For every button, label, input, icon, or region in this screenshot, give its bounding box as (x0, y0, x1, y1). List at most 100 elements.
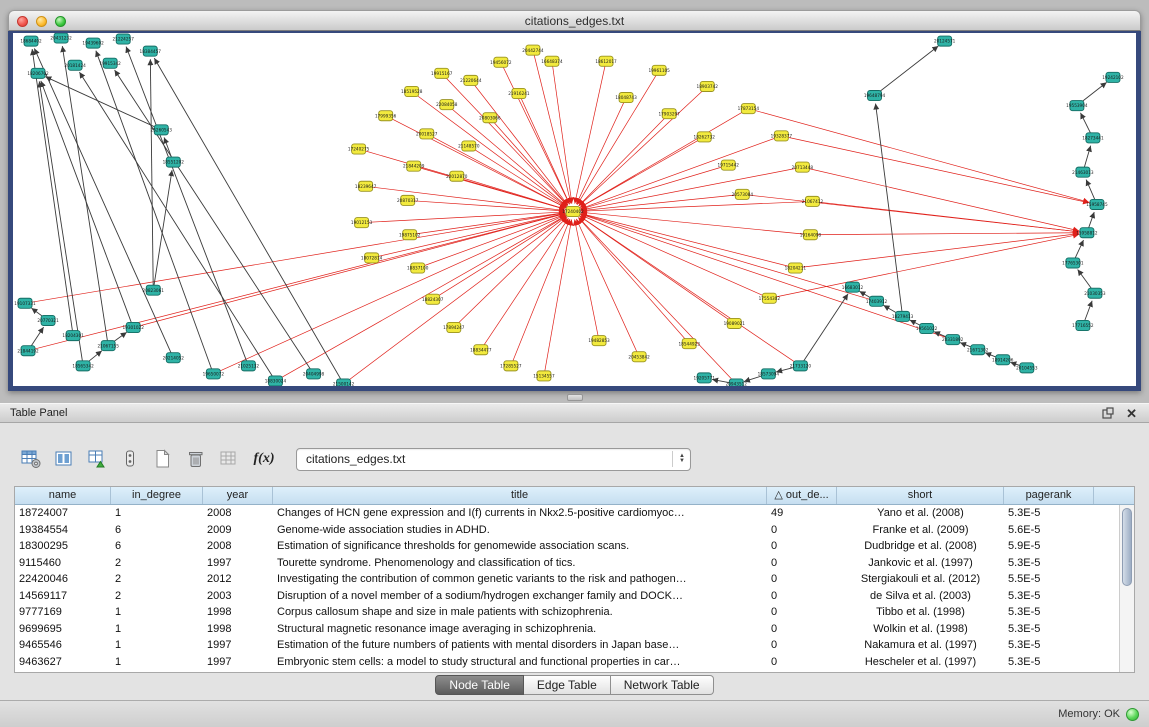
graph-node[interactable]: 18204211 (785, 263, 807, 273)
graph-node[interactable]: 18551202 (163, 157, 185, 167)
graph-node[interactable]: 20803066 (479, 113, 501, 123)
graph-node[interactable]: 17716552 (1072, 320, 1094, 330)
table-row[interactable]: 946554611997Estimation of the future num… (15, 637, 1134, 654)
column-header-title[interactable]: title (273, 487, 767, 504)
graph-node[interactable]: 21733120 (790, 361, 812, 371)
minimize-window-button[interactable] (36, 16, 47, 27)
tab-edge-table[interactable]: Edge Table (524, 675, 611, 695)
graph-node[interactable]: 20943512 (726, 379, 748, 386)
graph-node[interactable]: 20870317 (397, 195, 419, 205)
graph-node[interactable]: 19553904 (1066, 101, 1088, 111)
graph-node[interactable]: 17903297 (658, 109, 680, 119)
close-window-button[interactable] (17, 16, 28, 27)
graph-node[interactable]: 20124571 (934, 36, 956, 46)
column-header-name[interactable]: name (15, 487, 111, 504)
graph-node[interactable]: 19915167 (431, 68, 453, 78)
graph-node[interactable]: 19648794 (864, 90, 886, 100)
graph-node[interactable]: 17240275 (348, 144, 370, 154)
close-panel-icon[interactable]: ✕ (1126, 407, 1137, 420)
graph-node[interactable]: 20104553 (1016, 363, 1038, 373)
graph-node[interactable]: 20453842 (628, 352, 650, 362)
function-builder-icon[interactable]: f(x) (249, 446, 279, 472)
zoom-window-button[interactable] (55, 16, 66, 27)
graph-node[interactable]: 18684402 (20, 36, 42, 46)
graph-node[interactable]: 18573094 (758, 369, 780, 379)
graph-node[interactable]: 19915342 (99, 58, 121, 68)
graph-node[interactable]: 20713448 (792, 162, 814, 172)
network-canvas[interactable]: 1513455717285527188344771789424718824307… (13, 33, 1136, 386)
table-row[interactable]: 2242004622012Investigating the contribut… (15, 571, 1134, 588)
scrollbar-thumb[interactable] (1122, 508, 1132, 586)
float-panel-icon[interactable] (1102, 407, 1114, 419)
graph-node[interactable]: 21030353 (1084, 288, 1106, 298)
graph-node[interactable]: 19715442 (718, 160, 740, 170)
table-row[interactable]: 969969511998Structural magnetic resonanc… (15, 621, 1134, 638)
graph-node[interactable]: 18072814 (361, 253, 383, 263)
graph-node[interactable]: 19205771 (694, 373, 716, 383)
graph-node[interactable]: 18903742 (697, 81, 719, 91)
column-header-in_degree[interactable]: in_degree (111, 487, 203, 504)
graph-node[interactable]: 22084058 (436, 100, 458, 110)
table-row[interactable]: 1456911722003Disruption of a novel membe… (15, 588, 1134, 605)
graph-node[interactable]: 19328377 (771, 131, 793, 141)
tab-node-table[interactable]: Node Table (435, 675, 524, 695)
graph-node[interactable]: 21067155 (97, 341, 119, 351)
graph-node[interactable]: 17403912 (866, 296, 888, 306)
graph-node[interactable]: 20431232 (50, 33, 72, 43)
table-row[interactable]: 1830029562008Estimation of significance … (15, 538, 1134, 555)
graph-node[interactable]: 19875102 (399, 230, 421, 240)
graph-node[interactable]: 20404998 (303, 369, 325, 379)
table-mode-icon[interactable] (18, 446, 44, 472)
table-selector-combo[interactable]: citations_edges.txt ▲ ▼ (296, 448, 691, 471)
graph-node[interactable]: 19482853 (588, 336, 610, 346)
graph-node[interactable]: 17999356 (375, 111, 397, 121)
column-header-pagerank[interactable]: pagerank (1004, 487, 1094, 504)
graph-node[interactable]: 19107331 (14, 298, 36, 308)
graph-node[interactable]: 19089021 (724, 318, 746, 328)
graph-node[interactable]: 20214052 (163, 353, 185, 363)
graph-node[interactable]: 18519528 (401, 86, 423, 96)
graph-node[interactable]: 21500142 (333, 379, 355, 386)
import-table-icon[interactable] (84, 446, 110, 472)
graph-node[interactable]: 19164098 (800, 230, 822, 240)
graph-node[interactable]: 17765301 (1062, 258, 1084, 268)
graph-node[interactable]: 16648374 (541, 56, 563, 66)
table-row[interactable]: 1938455462009Genome-wide association stu… (15, 522, 1134, 539)
graph-node[interactable]: 18612017 (595, 56, 617, 66)
graph-node[interactable]: 19012153 (351, 218, 373, 228)
delete-column-icon[interactable] (183, 446, 209, 472)
graph-node[interactable]: 18830024 (265, 376, 287, 386)
graph-node[interactable]: 15134557 (533, 371, 555, 381)
graph-node[interactable]: 18048743 (615, 93, 637, 103)
graph-node[interactable]: 21224257 (112, 34, 134, 44)
window-titlebar[interactable]: citations_edges.txt (8, 10, 1141, 31)
graph-node[interactable]: 18834477 (470, 345, 492, 355)
table-row[interactable]: 977716911998Corpus callosum shape and si… (15, 604, 1134, 621)
table-row[interactable]: 1872400712008Changes of HCN gene express… (15, 505, 1134, 522)
show-columns-icon[interactable] (51, 446, 77, 472)
graph-node[interactable]: 19242102 (1102, 72, 1124, 82)
graph-node[interactable]: 15958812 (1076, 228, 1098, 238)
graph-node[interactable]: 17873154 (738, 104, 760, 114)
vertical-scrollbar[interactable] (1119, 505, 1134, 672)
graph-node[interactable]: 15958745 (1086, 199, 1108, 209)
graph-node[interactable]: 18239647 (355, 181, 377, 191)
graph-node[interactable]: 21148570 (458, 141, 480, 151)
graph-node[interactable]: 18384457 (140, 46, 162, 56)
graph-node[interactable]: 18565342 (72, 361, 94, 371)
graph-node[interactable]: 18837100 (407, 263, 429, 273)
graph-node[interactable]: 18262732 (694, 132, 716, 142)
graph-node[interactable]: 20770321 (37, 315, 59, 325)
graph-node[interactable]: 17894247 (443, 322, 465, 332)
graph-node[interactable]: 20573084 (732, 189, 754, 199)
graph-node[interactable]: 21220644 (460, 75, 482, 85)
graph-node[interactable]: 16683012 (842, 282, 864, 292)
graph-node[interactable]: 18273441 (1082, 133, 1104, 143)
graph-node[interactable]: 18204301 (62, 331, 84, 341)
graph-node[interactable]: 21463013 (1072, 167, 1094, 177)
graph-node[interactable]: 20018527 (416, 129, 438, 139)
table-row[interactable]: 911546021997Tourette syndrome. Phenomeno… (15, 555, 1134, 572)
graph-node[interactable]: 19301022 (123, 322, 145, 332)
column-header-short[interactable]: short (837, 487, 1004, 504)
graph-node[interactable]: 20442744 (522, 45, 544, 55)
